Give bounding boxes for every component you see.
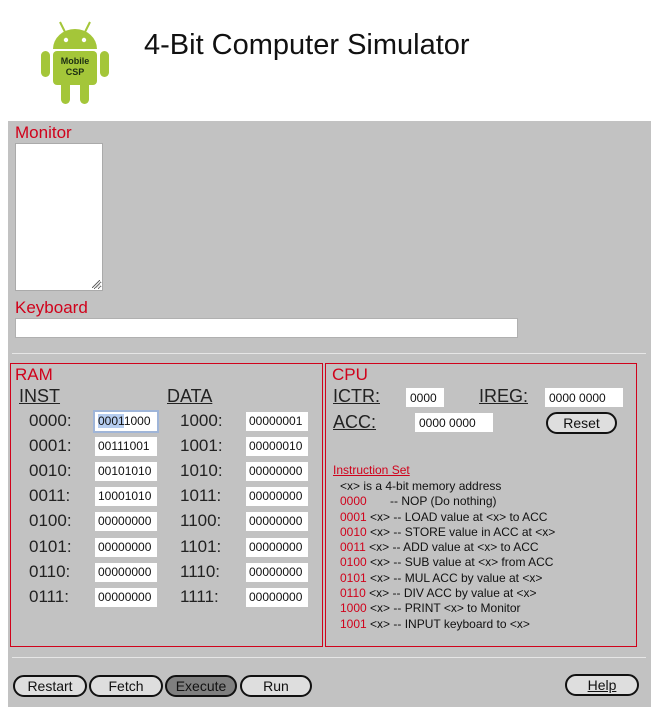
inst-address-label: 0110:: [29, 561, 71, 581]
divider: [12, 353, 646, 354]
data-header: DATA: [167, 386, 213, 406]
ireg-field[interactable]: 0000 0000: [545, 388, 623, 407]
keyboard-input[interactable]: [15, 318, 518, 338]
instruction-description: <x> -- INPUT keyboard to <x>: [366, 616, 530, 631]
data-memory-cell[interactable]: 00000000: [246, 587, 308, 607]
ictr-label: ICTR:: [333, 386, 380, 406]
data-address-label: 1110:: [180, 561, 221, 581]
data-address-label: 1000:: [180, 411, 223, 430]
instruction-description: <x> -- ADD value at <x> to ACC: [365, 540, 539, 555]
instruction-item: 1000 <x> -- PRINT <x> to Monitor: [340, 601, 555, 616]
instruction-item: 0000 -- NOP (Do nothing): [340, 494, 555, 509]
instruction-item: 0110 <x> -- DIV ACC by value at <x>: [340, 586, 555, 601]
inst-address-label: 0011:: [29, 486, 71, 506]
opcode: 0101: [340, 570, 367, 585]
cpu-title: CPU: [332, 365, 368, 384]
inst-address-label: 0100:: [29, 511, 72, 531]
opcode: 0001: [340, 509, 367, 524]
instruction-item: 0100 <x> -- SUB value at <x> from ACC: [340, 555, 555, 570]
instruction-item: 0001 <x> -- LOAD value at <x> to ACC: [340, 510, 555, 525]
inst-memory-cell[interactable]: 00000000: [95, 562, 157, 582]
monitor-textarea[interactable]: [15, 143, 103, 291]
data-memory-cell[interactable]: 00000000: [246, 512, 308, 532]
instruction-description: <x> -- STORE value in ACC at <x>: [366, 524, 556, 539]
help-button[interactable]: Help: [565, 674, 639, 696]
inst-address-label: 0111:: [29, 586, 70, 606]
data-address-label: 1101:: [180, 536, 222, 556]
restart-button[interactable]: Restart: [13, 675, 87, 697]
mobile-csp-android-logo: Mobile CSP: [38, 18, 112, 106]
instruction-description: <x> -- MUL ACC by value at <x>: [366, 570, 543, 585]
opcode: 0100: [340, 555, 367, 570]
instruction-item: 0101 <x> -- MUL ACC by value at <x>: [340, 571, 555, 586]
instruction-description: -- NOP (Do nothing): [366, 494, 497, 509]
inst-memory-cell[interactable]: 00000000: [95, 512, 157, 532]
data-memory-cell[interactable]: 00000000: [246, 562, 308, 582]
inst-address-label: 0101:: [29, 536, 72, 556]
execute-button[interactable]: Execute: [165, 675, 237, 697]
instruction-set-list: <x> is a 4-bit memory address 0000 -- NO…: [340, 479, 555, 632]
data-address-label: 1100:: [180, 511, 222, 531]
instruction-description: <x> -- LOAD value at <x> to ACC: [366, 509, 548, 524]
instruction-description: <x> -- SUB value at <x> from ACC: [366, 555, 554, 570]
inst-memory-cell[interactable]: 10001010: [95, 487, 157, 507]
data-memory-cell[interactable]: 00000000: [246, 537, 308, 557]
inst-address-label: 0000:: [29, 411, 72, 430]
data-memory-cell[interactable]: 00000000: [246, 487, 308, 507]
page-title: 4-Bit Computer Simulator: [144, 29, 470, 61]
divider: [12, 657, 646, 658]
instruction-note: <x> is a 4-bit memory address: [340, 479, 502, 493]
monitor-label: Monitor: [15, 123, 72, 142]
cpu-section: CPU ICTR: 0000 IREG: 0000 0000 ACC: 0000…: [325, 363, 637, 647]
data-address-label: 1111:: [180, 586, 219, 606]
inst-header: INST: [19, 386, 61, 406]
ram-section: RAM INST DATA 0000: 00011000 0001: 00111001…: [10, 363, 323, 647]
ireg-label: IREG:: [479, 386, 529, 406]
android-robot-icon: Mobile CSP: [41, 21, 109, 104]
opcode: 1000: [340, 601, 367, 616]
data-address-label: 1001:: [180, 436, 223, 456]
instruction-set-link[interactable]: Instruction Set: [333, 463, 410, 477]
inst-memory-cell[interactable]: 00111001: [95, 437, 157, 457]
inst-address-label: 0010:: [29, 461, 72, 481]
keyboard-label: Keyboard: [15, 298, 88, 317]
instruction-description: <x> -- DIV ACC by value at <x>: [365, 586, 537, 601]
opcode: 0000: [340, 494, 367, 509]
ram-title: RAM: [15, 365, 53, 384]
instruction-item: 0011 <x> -- ADD value at <x> to ACC: [340, 540, 555, 555]
opcode: 0110: [340, 586, 366, 601]
acc-field[interactable]: 0000 0000: [415, 413, 493, 432]
opcode: 0011: [340, 540, 366, 555]
run-button[interactable]: Run: [240, 675, 312, 697]
opcode: 1001: [340, 616, 367, 631]
selected-text: 0001: [98, 414, 124, 428]
data-memory-cell[interactable]: 00000010: [246, 437, 308, 457]
ictr-field[interactable]: 0000: [406, 388, 444, 407]
resize-grip-icon[interactable]: [92, 280, 100, 288]
inst-memory-cell[interactable]: 00101010: [95, 462, 157, 482]
acc-label: ACC:: [333, 412, 377, 432]
reset-button[interactable]: Reset: [546, 412, 617, 434]
logo-text-mobile: Mobile: [61, 56, 90, 66]
inst-memory-cell[interactable]: 00000000: [95, 537, 157, 557]
fetch-button[interactable]: Fetch: [89, 675, 163, 697]
inst-address-label: 0001:: [29, 436, 72, 456]
instruction-item: 0010 <x> -- STORE value in ACC at <x>: [340, 525, 555, 540]
data-memory-cell[interactable]: 00000001: [246, 412, 308, 431]
inst-memory-cell[interactable]: 00011000: [93, 410, 159, 433]
inst-memory-cell[interactable]: 00000000: [95, 587, 157, 607]
unselected-text: 1000: [123, 414, 151, 428]
simulator-panel: Monitor Keyboard RAM INST DATA 0000: 0001…: [8, 121, 651, 707]
opcode: 0010: [340, 524, 367, 539]
logo-text-csp: CSP: [66, 67, 85, 77]
instruction-description: <x> -- PRINT <x> to Monitor: [366, 601, 521, 616]
data-address-label: 1011:: [180, 486, 222, 506]
instruction-item: 1001 <x> -- INPUT keyboard to <x>: [340, 617, 555, 632]
data-memory-cell[interactable]: 00000000: [246, 462, 308, 482]
data-address-label: 1010:: [180, 461, 223, 481]
